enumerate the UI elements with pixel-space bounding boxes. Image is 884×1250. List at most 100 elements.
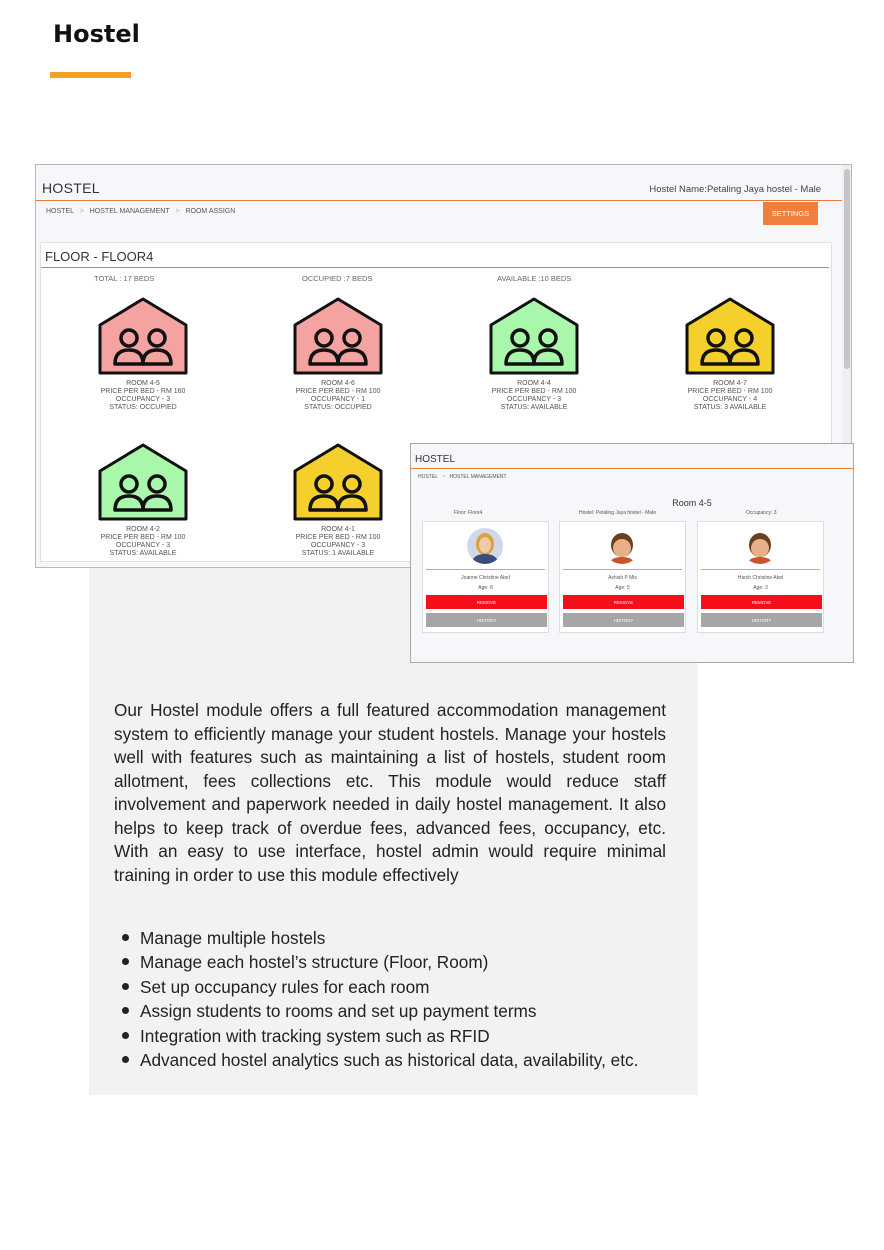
bullet-icon xyxy=(122,1007,129,1015)
breadcrumb-hostel-management[interactable]: HOSTEL MANAGEMENT xyxy=(90,208,170,215)
bullet-icon xyxy=(122,1031,129,1039)
bullet-icon xyxy=(122,933,129,941)
room-detail-screenshot: HOSTEL HOSTEL > HOSTEL MANAGEMENT Room 4… xyxy=(410,443,854,663)
remove-button[interactable]: REMOVE xyxy=(701,595,822,609)
feature-item: Set up occupancy rules for each room xyxy=(122,975,638,999)
settings-button[interactable]: SETTINGS xyxy=(763,202,818,225)
room-house-icon xyxy=(685,297,775,375)
total-beds: TOTAL : 17 BEDS xyxy=(94,274,155,283)
room-name: ROOM 4-1 xyxy=(321,526,355,533)
card-divider xyxy=(426,569,545,570)
room-card[interactable]: ROOM 4-6 PRICE PER BED - RM 100 OCCUPANC… xyxy=(268,297,408,412)
student-avatar xyxy=(467,528,503,564)
card-divider xyxy=(701,569,820,570)
feature-item: Manage multiple hostels xyxy=(122,926,638,950)
floor-label: Floor: Floor4 xyxy=(454,510,483,516)
app-title: HOSTEL xyxy=(415,454,456,465)
card-divider xyxy=(563,569,682,570)
student-age: Age: 3 xyxy=(753,585,768,591)
feature-text: Set up occupancy rules for each room xyxy=(140,976,430,997)
room-occupancy: OCCUPANCY - 3 xyxy=(115,542,171,549)
feature-text: Assign students to rooms and set up paym… xyxy=(140,1001,537,1022)
student-avatar xyxy=(742,528,778,564)
room-status: STATUS: 3 AVAILABLE xyxy=(693,404,767,411)
room-house-icon xyxy=(293,443,383,521)
hostel-label: Hostel: Petaling Jaya hostel - Male xyxy=(579,510,656,516)
room-house-icon xyxy=(98,297,188,375)
breadcrumb-separator: > xyxy=(175,208,180,215)
room-status: STATUS: OCCUPIED xyxy=(109,404,177,411)
room-status: STATUS: OCCUPIED xyxy=(304,404,372,411)
room-occupancy: OCCUPANCY - 4 xyxy=(702,396,758,403)
room-card[interactable]: ROOM 4-1 PRICE PER BED - RM 100 OCCUPANC… xyxy=(268,443,408,558)
room-price: PRICE PER BED - RM 100 xyxy=(100,534,186,541)
room-price: PRICE PER BED - RM 100 xyxy=(295,388,381,395)
feature-item: Advanced hostel analytics such as histor… xyxy=(122,1048,638,1072)
breadcrumb-hostel[interactable]: HOSTEL xyxy=(418,474,438,480)
room-name: ROOM 4-7 xyxy=(713,380,747,387)
hostel-name: Hostel Name:Petaling Jaya hostel - Male xyxy=(649,184,821,195)
header-divider xyxy=(411,468,853,469)
room-status: STATUS: AVAILABLE xyxy=(109,550,177,557)
available-beds: AVAILABLE :10 BEDS xyxy=(497,274,572,283)
feature-item: Assign students to rooms and set up paym… xyxy=(122,999,638,1023)
bullet-icon xyxy=(122,982,129,990)
student-card: Joanne Christine Abel Age: 8 REMOVE HIST… xyxy=(422,521,549,633)
room-occupancy: OCCUPANCY - 1 xyxy=(310,396,366,403)
title-underline xyxy=(50,72,131,78)
room-card[interactable]: ROOM 4-2 PRICE PER BED - RM 100 OCCUPANC… xyxy=(73,443,213,558)
room-house-icon xyxy=(489,297,579,375)
student-name: Joanne Christine Abel xyxy=(461,575,510,581)
room-status: STATUS: 1 AVAILABLE xyxy=(301,550,375,557)
occupancy-label: Occupancy: 3 xyxy=(746,510,777,516)
student-age: Age: 8 xyxy=(478,585,493,591)
scrollbar-thumb[interactable] xyxy=(844,169,850,369)
feature-item: Integration with tracking system such as… xyxy=(122,1024,638,1048)
feature-text: Advanced hostel analytics such as histor… xyxy=(140,1050,639,1071)
breadcrumb-hostel-management[interactable]: HOSTEL MANAGEMENT xyxy=(450,474,507,480)
room-price: PRICE PER BED - RM 100 xyxy=(491,388,577,395)
student-name: Harsh Christine Abel xyxy=(737,575,784,581)
feature-list: Manage multiple hostels Manage each host… xyxy=(122,926,638,1072)
app-title: HOSTEL xyxy=(42,180,100,196)
history-button[interactable]: HISTORY xyxy=(701,613,822,627)
room-name: ROOM 4-4 xyxy=(517,380,551,387)
breadcrumb-room-assign[interactable]: ROOM ASSIGN xyxy=(185,208,235,215)
module-description: Our Hostel module offers a full featured… xyxy=(114,700,666,885)
breadcrumb-separator: > xyxy=(79,208,84,215)
room-card[interactable]: ROOM 4-4 PRICE PER BED - RM 100 OCCUPANC… xyxy=(464,297,604,412)
history-button[interactable]: HISTORY xyxy=(426,613,547,627)
breadcrumb-separator: > xyxy=(442,474,446,480)
room-occupancy: OCCUPANCY - 3 xyxy=(310,542,366,549)
room-card[interactable]: ROOM 4-7 PRICE PER BED - RM 100 OCCUPANC… xyxy=(660,297,800,412)
student-card: Ashish P Mis Age: 5 REMOVE HISTORY xyxy=(559,521,686,633)
room-price: PRICE PER BED - RM 100 xyxy=(687,388,773,395)
room-price: PRICE PER BED - RM 160 xyxy=(100,388,186,395)
room-name: ROOM 4-2 xyxy=(126,526,160,533)
remove-button[interactable]: REMOVE xyxy=(426,595,547,609)
room-name: ROOM 4-6 xyxy=(321,380,355,387)
room-house-icon xyxy=(98,443,188,521)
page-title: Hostel xyxy=(53,20,140,48)
feature-item: Manage each hostel’s structure (Floor, R… xyxy=(122,950,638,974)
remove-button[interactable]: REMOVE xyxy=(563,595,684,609)
room-status: STATUS: AVAILABLE xyxy=(500,404,568,411)
student-card: Harsh Christine Abel Age: 3 REMOVE HISTO… xyxy=(697,521,824,633)
occupied-beds: OCCUPIED :7 BEDS xyxy=(302,274,373,283)
breadcrumb-hostel[interactable]: HOSTEL xyxy=(46,208,74,215)
bullet-icon xyxy=(122,958,129,966)
room-occupancy: OCCUPANCY - 3 xyxy=(115,396,171,403)
room-title: Room 4-5 xyxy=(672,498,712,508)
header-divider xyxy=(36,200,842,201)
floor-title: FLOOR - FLOOR4 xyxy=(45,249,154,264)
room-occupancy: OCCUPANCY - 3 xyxy=(506,396,562,403)
student-age: Age: 5 xyxy=(615,585,630,591)
feature-text: Manage multiple hostels xyxy=(140,928,326,948)
room-card[interactable]: ROOM 4-5 PRICE PER BED - RM 160 OCCUPANC… xyxy=(73,297,213,412)
feature-text: Manage each hostel’s structure (Floor, R… xyxy=(140,952,489,973)
student-name: Ashish P Mis xyxy=(608,575,637,581)
history-button[interactable]: HISTORY xyxy=(563,613,684,627)
breadcrumb: HOSTEL > HOSTEL MANAGEMENT xyxy=(418,474,507,480)
room-house-icon xyxy=(293,297,383,375)
bullet-icon xyxy=(122,1055,129,1063)
